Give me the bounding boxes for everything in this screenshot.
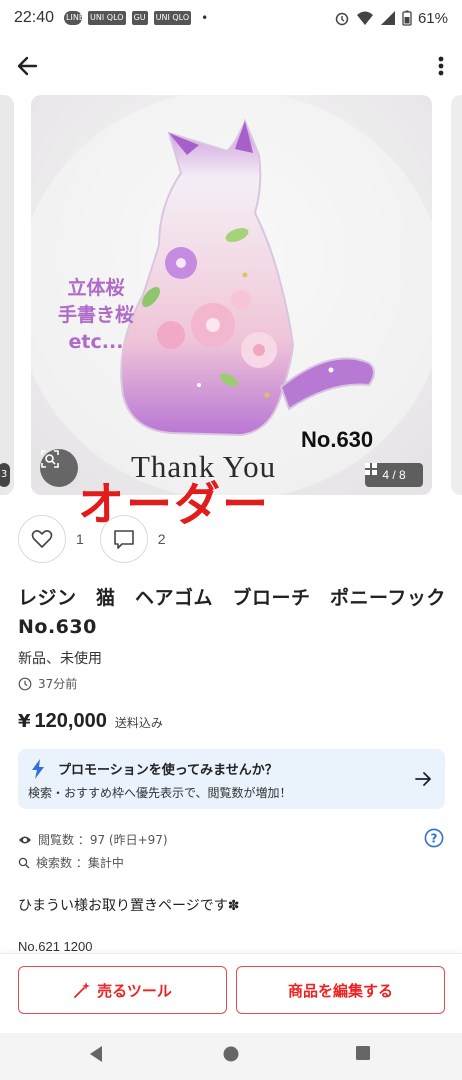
sell-tool-label: 売るツール — [97, 981, 172, 1000]
line-app-icon: LINE — [64, 11, 84, 25]
posted-time: 37分前 — [18, 675, 77, 692]
image-search-button[interactable] — [40, 449, 78, 487]
comment-icon — [113, 530, 134, 549]
more-options-button[interactable] — [434, 52, 448, 80]
searches-text: 検索数 ：集計中 — [36, 856, 124, 870]
image-product-number: No.630 — [301, 427, 374, 452]
searches-row: 検索数 ：集計中 — [18, 851, 168, 874]
like-button[interactable] — [18, 515, 66, 563]
image-search-icon — [41, 450, 59, 468]
sakura-line-3: etc... — [68, 331, 124, 353]
arrow-right-icon — [415, 772, 431, 786]
sparkle-wand-icon — [74, 982, 91, 998]
item-stats: 閲覧数 ：97 (昨日+97) 検索数 ：集計中 — [18, 828, 168, 874]
price-amount: 120,000 — [34, 710, 107, 732]
nav-home-button[interactable] — [222, 1045, 240, 1067]
more-vertical-icon — [438, 56, 444, 76]
eye-icon — [19, 836, 31, 843]
views-text: 閲覧数 ：97 (昨日+97) — [38, 833, 168, 847]
comment-count: 2 — [157, 531, 166, 547]
page-indicator[interactable]: 4 / 8 — [365, 463, 423, 487]
product-image[interactable]: 立体桜 手書き桜 etc... No.630 Thank You 4 / 8 — [31, 95, 432, 495]
grid-icon — [365, 463, 377, 475]
posted-time-text: 37分前 — [38, 677, 78, 691]
edit-item-button[interactable]: 商品を編集する — [236, 966, 445, 1014]
next-image-peek[interactable] — [451, 95, 462, 495]
circle-home-icon — [223, 1046, 239, 1062]
search-icon — [18, 857, 30, 868]
uniqlo-app-icon-2: UNI QLO — [153, 11, 192, 25]
price-row: ¥ 120,000 送料込み — [18, 710, 163, 733]
promotion-title: プロモーションを使ってみませんか？ — [58, 763, 278, 778]
like-count: 1 — [76, 531, 84, 547]
system-navigation-bar — [0, 1033, 462, 1080]
wifi-icon — [356, 11, 373, 25]
comment-button[interactable] — [99, 515, 148, 563]
previous-image-badge: 3 — [0, 463, 10, 487]
edit-item-label: 商品を編集する — [287, 981, 393, 1000]
sakura-line-2: 手書き桜 — [57, 304, 134, 326]
clock-icon — [18, 677, 32, 690]
uniqlo-app-icon: UNI QLO — [88, 11, 126, 25]
lightning-icon — [32, 759, 44, 779]
status-bar: 22:40 LINE UNI QLO GU UNI QLO • 61% — [0, 0, 462, 36]
square-recents-icon — [356, 1046, 370, 1060]
top-app-bar — [0, 40, 462, 92]
sakura-line-1: 立体桜 — [67, 277, 125, 299]
help-button[interactable]: ? — [424, 828, 444, 852]
more-notifications-dot: • — [201, 11, 209, 25]
views-row: 閲覧数 ：97 (昨日+97) — [18, 828, 168, 851]
promotion-subtitle: 検索・おすすめ枠へ優先表示で、閲覧数が増加！ — [28, 786, 292, 800]
alarm-icon — [335, 12, 349, 26]
bottom-action-bar: 売るツール 商品を編集する — [0, 953, 462, 1033]
description-line-2: No.621 1200 — [18, 939, 93, 954]
previous-image-peek[interactable] — [0, 95, 14, 495]
triangle-back-icon — [90, 1046, 102, 1062]
product-title: レジン 猫 ヘアゴム ブローチ ポニーフック No.630 — [18, 587, 462, 638]
image-caption-sakura: 立体桜 手書き桜 etc... — [41, 275, 151, 356]
description-line-1: ひまうい様お取り置きページです✽ — [18, 898, 240, 914]
page-indicator-text: 4 / 8 — [382, 468, 406, 482]
nav-recents-button[interactable] — [355, 1045, 371, 1065]
heart-icon — [31, 530, 53, 548]
promotion-banner[interactable]: プロモーションを使ってみませんか？ 検索・おすすめ枠へ優先表示で、閲覧数が増加！ — [18, 749, 445, 809]
reaction-row: 1 2 — [18, 515, 182, 563]
status-right: 61% — [334, 10, 448, 27]
shipping-note: 送料込み — [114, 716, 163, 730]
status-time: 22:40 — [14, 9, 55, 26]
gu-app-icon: GU — [131, 11, 148, 25]
product-condition: 新品、未使用 — [18, 651, 102, 667]
sell-tool-button[interactable]: 売るツール — [18, 966, 227, 1014]
nav-back-button[interactable] — [88, 1045, 104, 1067]
battery-level: 61% — [417, 9, 448, 27]
image-carousel[interactable]: 3 立体桜 手書き桜 etc... No.630 Thank You 4 / 8 — [0, 95, 462, 497]
help-icon: ? — [424, 828, 444, 848]
price-currency: ¥ — [18, 711, 31, 732]
svg-text:?: ? — [431, 832, 438, 846]
arrow-left-icon — [17, 56, 38, 76]
battery-icon — [402, 10, 412, 26]
signal-icon — [380, 11, 395, 25]
back-button[interactable] — [14, 52, 42, 80]
